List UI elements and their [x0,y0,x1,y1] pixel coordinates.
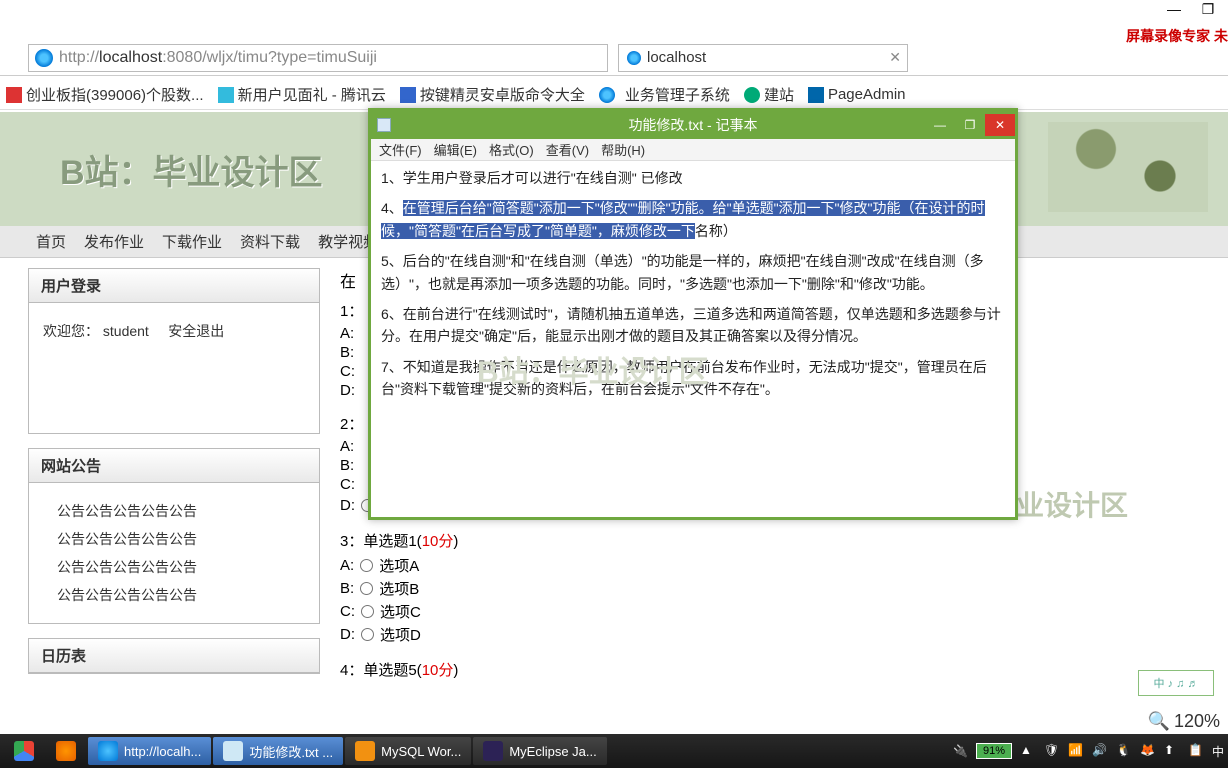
browser-tab[interactable]: localhost ✕ [618,44,908,72]
maximize-button[interactable]: ❐ [955,114,985,136]
bookmark-item[interactable]: 建站 [744,84,794,105]
text-line: 6、在前台进行"在线测试时"，请随机抽五道单选，三道多选和两道简答题，仅单选题和… [381,303,1005,348]
close-icon[interactable]: ✕ [889,49,901,66]
bookmark-item[interactable]: 新用户见面礼 - 腾讯云 [218,84,386,105]
notice-item[interactable]: 公告公告公告公告公告 [57,553,291,581]
battery-indicator[interactable]: 91% [976,743,1012,759]
mysql-icon [355,741,375,761]
eclipse-icon [483,741,503,761]
logout-link[interactable]: 安全退出 [168,323,224,339]
option-radio[interactable] [360,582,373,595]
notice-item[interactable]: 公告公告公告公告公告 [57,525,291,553]
nav-materials[interactable]: 资料下载 [240,231,300,252]
maximize-button[interactable]: ❐ [1196,0,1220,18]
welcome-label: 欢迎您： [43,323,99,339]
login-panel: 用户登录 欢迎您： student 安全退出 [28,268,320,434]
tray-plug-icon[interactable]: 🔌 [953,744,968,758]
bookmarks-bar: 创业板指(399006)个股数... 新用户见面礼 - 腾讯云 按键精灵安卓版命… [0,80,1228,110]
url-text: http://localhost:8080/wljx/timu?type=tim… [59,49,377,67]
tray-icon[interactable]: 🦊 [1140,743,1156,759]
ime-badge[interactable]: 中 ♪ ♫ ♬ [1138,670,1214,696]
tray-icon[interactable]: 🐧 [1116,743,1132,759]
taskbar-mysql[interactable]: MySQL Wor... [345,737,471,765]
notepad-icon [377,118,391,132]
text-line: 1、学生用户登录后才可以进行"在线自测" 已修改 [381,167,1005,189]
url-input[interactable]: http://localhost:8080/wljx/timu?type=tim… [28,44,608,72]
ie-icon [627,51,641,65]
tab-label: localhost [647,49,706,66]
username: student [103,323,149,339]
nav-home[interactable]: 首页 [36,231,66,252]
menu-file[interactable]: 文件(F) [379,140,422,159]
menu-help[interactable]: 帮助(H) [601,140,645,159]
chrome-icon [14,741,34,761]
ime-indicator[interactable]: 中 [1212,743,1224,760]
address-bar: http://localhost:8080/wljx/timu?type=tim… [0,40,1228,76]
banner-text: B站：毕业设计区 [60,145,323,194]
text-line: 5、后台的"在线自测"和"在线自测（单选）"的功能是一样的，麻烦把"在线自测"改… [381,250,1005,295]
notice-panel: 网站公告 公告公告公告公告公告 公告公告公告公告公告 公告公告公告公告公告 公告… [28,448,320,624]
question-4: 4：单选题5(10分) [340,659,1200,680]
menu-format[interactable]: 格式(O) [489,140,534,159]
notepad-textarea[interactable]: 1、学生用户登录后才可以进行"在线自测" 已修改 4、在管理后台给"简答题"添加… [371,161,1015,517]
taskbar-eclipse[interactable]: MyEclipse Ja... [473,737,606,765]
close-button[interactable]: ✕ [985,114,1015,136]
bookmark-item[interactable]: 业务管理子系统 [599,84,730,105]
option-radio[interactable] [360,559,373,572]
tray-icon[interactable]: ⬆ [1164,743,1180,759]
taskbar-ie[interactable]: http://localh... [88,737,211,765]
sidebar: 用户登录 欢迎您： student 安全退出 网站公告 公告公告公告公告公告 公… [28,268,320,694]
ie-icon [35,49,53,67]
tray-icon[interactable]: 📋 [1188,743,1204,759]
minimize-button[interactable]: — [925,114,955,136]
notice-item[interactable]: 公告公告公告公告公告 [57,581,291,609]
taskbar: http://localh... 功能修改.txt ... MySQL Wor.… [0,734,1228,768]
calendar-panel: 日历表 [28,638,320,674]
nav-download[interactable]: 下载作业 [162,231,222,252]
minimize-button[interactable]: — [1162,0,1186,18]
notepad-icon [223,741,243,761]
option-radio[interactable] [361,628,374,641]
taskbar-notepad[interactable]: 功能修改.txt ... [213,737,343,765]
text-line: 4、在管理后台给"简答题"添加一下"修改""删除"功能。给"单选题"添加一下"修… [381,197,1005,242]
notepad-title: 功能修改.txt - 记事本 [628,115,757,135]
firefox-icon [56,741,76,761]
tray-icon[interactable]: ▲ [1020,743,1036,759]
selected-text: 在管理后台给"简答题"添加一下"修改""删除"功能。给"单选题"添加一下"修改"… [381,200,985,238]
bookmark-item[interactable]: 创业板指(399006)个股数... [6,84,204,105]
notice-title: 网站公告 [29,449,319,483]
notepad-titlebar[interactable]: 功能修改.txt - 记事本 — ❐ ✕ [371,111,1015,139]
tray-icon[interactable]: 🔊 [1092,743,1108,759]
zoom-indicator[interactable]: 🔍 120% [1148,711,1220,732]
tray-icon[interactable]: 🛡 [1044,743,1060,759]
bookmark-item[interactable]: PageAdmin [808,86,906,103]
option-radio[interactable] [361,605,374,618]
taskbar-firefox[interactable] [46,737,86,765]
menu-view[interactable]: 查看(V) [546,140,589,159]
text-line: 7、不知道是我操作不当还是什么原因，教师用户在前台发布作业时，无法成功"提交"，… [381,356,1005,401]
calendar-title: 日历表 [29,639,319,673]
notepad-window[interactable]: 功能修改.txt - 记事本 — ❐ ✕ 文件(F) 编辑(E) 格式(O) 查… [368,108,1018,520]
bookmark-item[interactable]: 按键精灵安卓版命令大全 [400,84,585,105]
ie-icon [98,741,118,761]
system-tray: 🔌 91% ▲ 🛡 📶 🔊 🐧 🦊 ⬆ 📋 中 [953,743,1224,760]
tray-icon[interactable]: 📶 [1068,743,1084,759]
notepad-menubar: 文件(F) 编辑(E) 格式(O) 查看(V) 帮助(H) [371,139,1015,161]
menu-edit[interactable]: 编辑(E) [434,140,477,159]
zoom-value: 120% [1174,711,1220,732]
zoom-icon: 🔍 [1148,711,1170,732]
question-3: 3：单选题1(10分) A: 选项A B: 选项B C: 选项C D: 选项D [340,530,1200,645]
notice-item[interactable]: 公告公告公告公告公告 [57,497,291,525]
nav-publish[interactable]: 发布作业 [84,231,144,252]
login-title: 用户登录 [29,269,319,303]
taskbar-chrome[interactable] [4,737,44,765]
banner-decoration [1048,122,1208,212]
